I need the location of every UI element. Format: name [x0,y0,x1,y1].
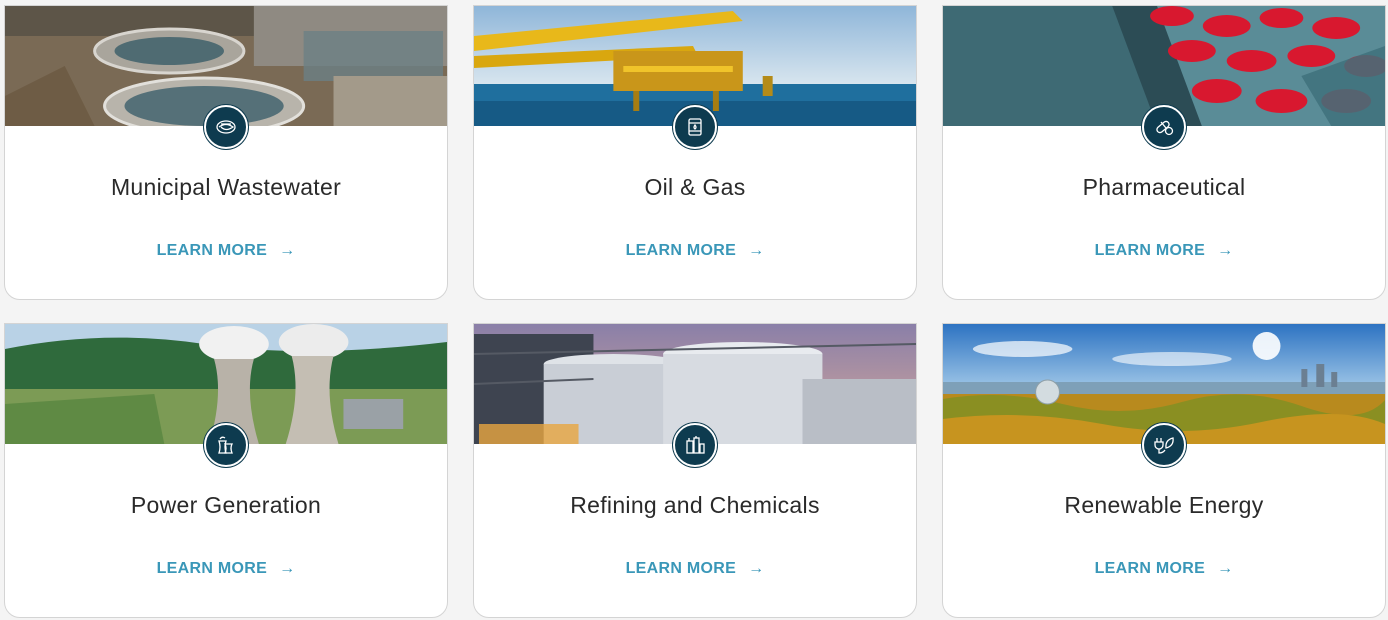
card-renewable-energy[interactable]: Renewable Energy LEARN MORE → [942,323,1386,618]
arrow-right-icon: → [748,560,765,577]
learn-more-link[interactable]: LEARN MORE → [943,242,1385,260]
arrow-right-icon: → [279,560,296,577]
industry-card-grid: Municipal Wastewater LEARN MORE → Oil & … [0,0,1388,620]
pills-icon [1142,105,1186,149]
arrow-right-icon: → [748,242,765,259]
card-pharmaceutical[interactable]: Pharmaceutical LEARN MORE → [942,5,1386,300]
water-coil-icon [204,105,248,149]
card-title: Power Generation [130,492,322,518]
arrow-right-icon: → [1217,242,1234,259]
card-power-generation[interactable]: Power Generation LEARN MORE → [4,323,448,618]
card-refining-and-chemicals[interactable]: Refining and Chemicals LEARN MORE → [473,323,917,618]
learn-more-link[interactable]: LEARN MORE → [5,560,447,578]
arrow-right-icon: → [1217,560,1234,577]
card-title: Refining and Chemicals [570,492,820,518]
arrow-right-icon: → [279,242,296,259]
refinery-icon [673,423,717,467]
card-title: Oil & Gas [644,174,746,200]
card-title: Renewable Energy [1064,492,1264,518]
learn-more-link[interactable]: LEARN MORE → [474,242,916,260]
card-title: Pharmaceutical [1082,174,1246,200]
learn-more-link[interactable]: LEARN MORE → [474,560,916,578]
power-plant-icon [204,423,248,467]
card-title: Municipal Wastewater [110,174,342,200]
learn-more-link[interactable]: LEARN MORE → [5,242,447,260]
oil-barrel-icon [673,105,717,149]
card-municipal-wastewater[interactable]: Municipal Wastewater LEARN MORE → [4,5,448,300]
card-oil-and-gas[interactable]: Oil & Gas LEARN MORE → [473,5,917,300]
learn-more-link[interactable]: LEARN MORE → [943,560,1385,578]
plug-leaf-icon [1142,423,1186,467]
